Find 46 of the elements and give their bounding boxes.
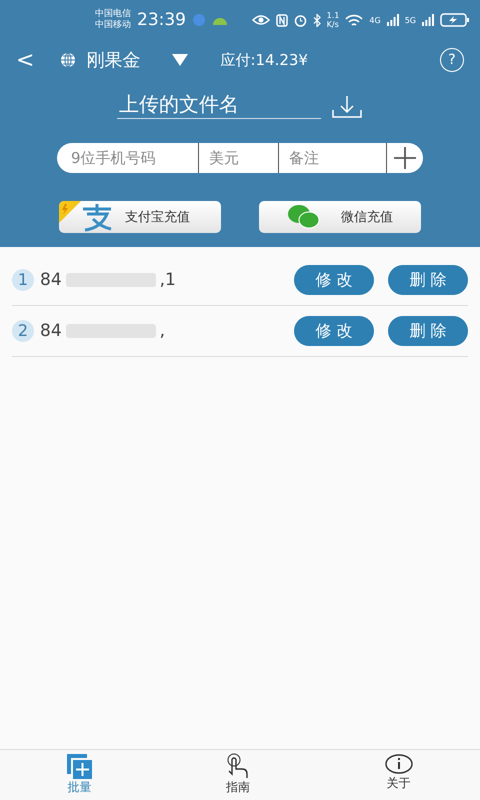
add-stack-icon [66,753,92,779]
phone-number: 84 [40,321,62,341]
globe-icon [60,52,76,68]
row-number: 2 [12,320,34,342]
help-button[interactable]: ? [440,48,464,72]
edit-button[interactable]: 修 改 [294,316,374,346]
amount-due: 应付:14.23¥ [220,50,308,70]
dropdown-caret-icon[interactable] [172,54,188,66]
back-button[interactable]: < [16,48,50,72]
tab[interactable]: 指南 [224,750,251,800]
tab[interactable]: 批量 [66,750,92,800]
input-field[interactable]: 备注 [279,143,387,173]
delete-button[interactable]: 删 除 [388,316,468,346]
edit-button[interactable]: 修 改 [294,265,374,295]
network-type: 4G [369,16,381,24]
carrier-name: 中国电信 [95,9,131,20]
amount-value: ,1 [160,270,176,290]
signal-icon [422,14,434,26]
account-name: 刚果金 [86,49,140,72]
download-icon[interactable] [331,93,363,119]
network-type: 5G [404,16,416,24]
recharge-button[interactable]: 支付宝充值 [59,201,221,233]
signal-icon [386,14,399,26]
phone-number: 84 [40,270,62,290]
speed-unit: K/s [326,20,340,29]
file-name-field[interactable]: 上传的文件名 [117,90,321,119]
recharge-button[interactable]: 微信充值 [259,201,421,233]
input-field[interactable]: 美元 [199,143,279,173]
add-button[interactable] [387,143,423,173]
battery-icon [440,13,470,27]
nfc-icon [276,14,288,26]
eye-icon [252,14,270,26]
carrier-name: 中国移动 [95,20,131,31]
input-field[interactable]: 9位手机号码 [57,143,199,173]
row-number: 1 [12,269,34,291]
wechat-logo-icon [287,204,321,230]
delete-button[interactable]: 删 除 [388,265,468,295]
network-speed: 1.1 [326,11,340,20]
status-time: 23:39 [137,10,186,30]
bluetooth-icon [312,14,321,26]
alarm-icon [294,14,307,26]
wifi-icon [345,14,364,26]
tab[interactable]: 关于 [384,750,414,800]
plus-icon [394,147,416,169]
info-icon [384,753,414,775]
amount-value: , [160,321,166,341]
